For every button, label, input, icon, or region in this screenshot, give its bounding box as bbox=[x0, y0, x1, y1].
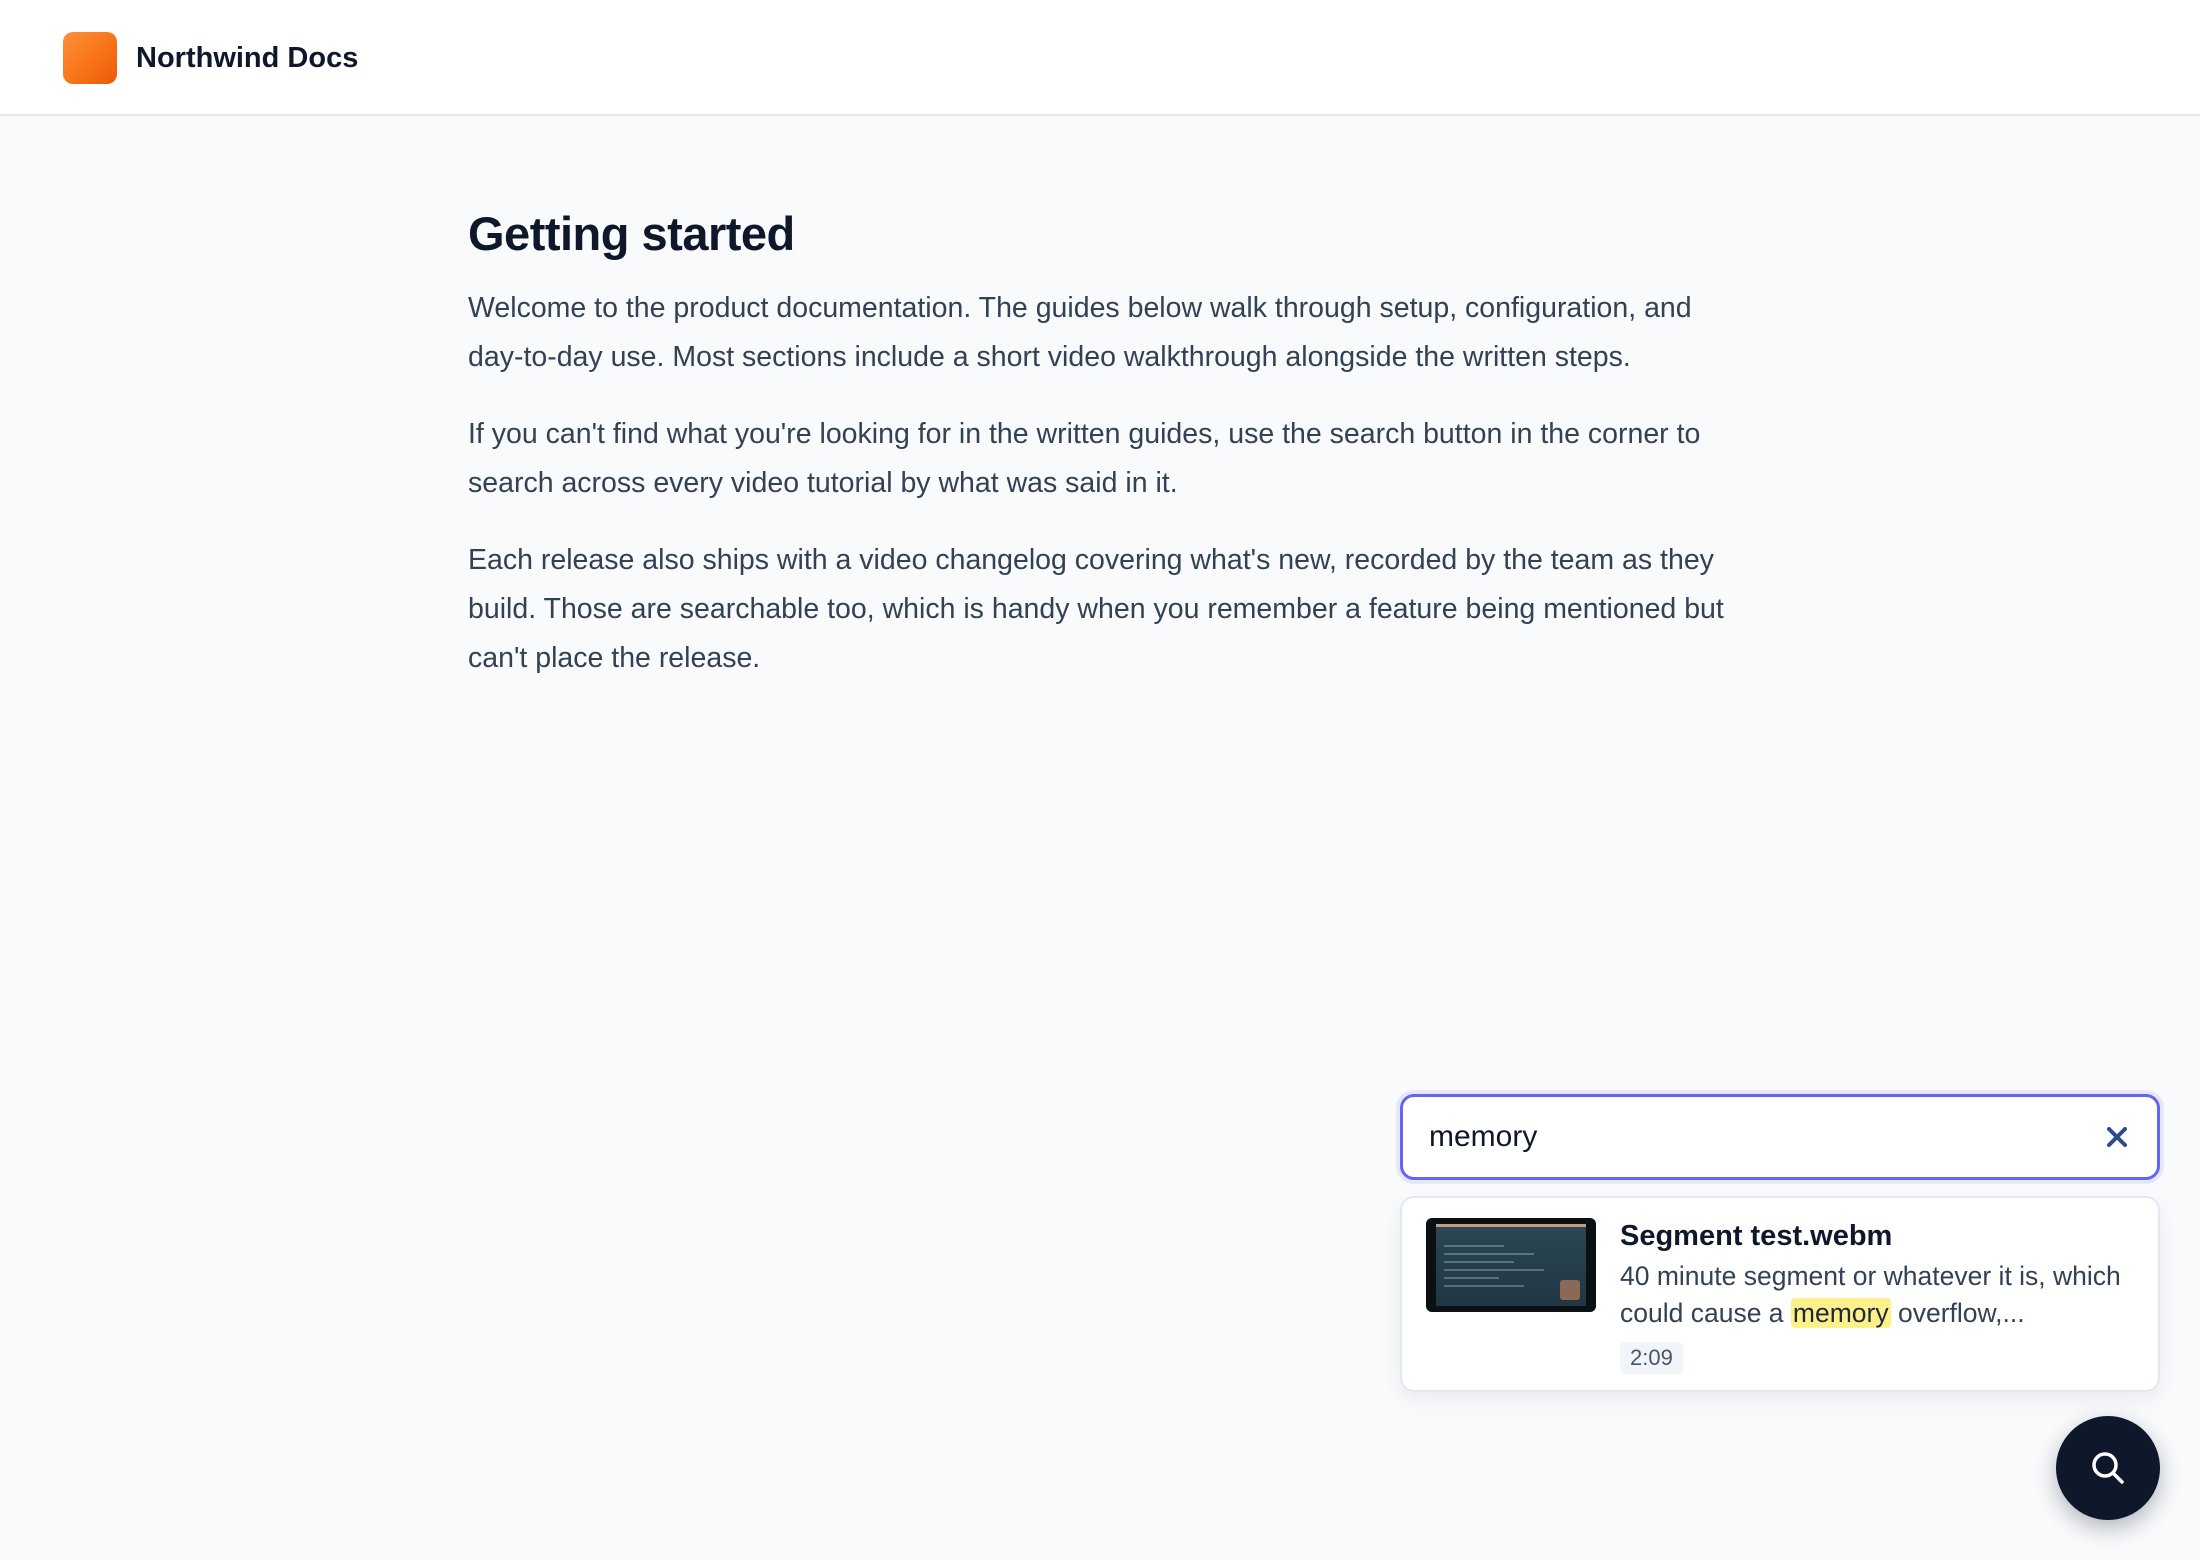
video-search-box bbox=[1400, 1094, 2160, 1180]
intro-paragraph: Welcome to the product documentation. Th… bbox=[468, 292, 1692, 373]
clear-search-button[interactable] bbox=[2099, 1119, 2135, 1155]
logo-icon[interactable] bbox=[63, 32, 117, 84]
search-icon bbox=[2092, 1452, 2124, 1484]
close-icon bbox=[2107, 1127, 2127, 1147]
result-title: Segment test.webm bbox=[1620, 1220, 1893, 1252]
search-fab-button[interactable] bbox=[2056, 1416, 2160, 1520]
search-results-panel: Segment test.webm 40 minute segment or w… bbox=[1400, 1196, 2160, 1392]
search-result-item[interactable]: Segment test.webm 40 minute segment or w… bbox=[1402, 1198, 2158, 1390]
top-bar: Northwind Docs bbox=[0, 0, 2200, 116]
main-content: Getting started Welcome to the product d… bbox=[468, 204, 1728, 711]
search-input[interactable] bbox=[1429, 1115, 2069, 1159]
video-thumbnail bbox=[1426, 1218, 1596, 1312]
snippet-highlight: memory bbox=[1790, 1298, 1891, 1328]
snippet-after: overflow,... bbox=[1890, 1298, 2025, 1328]
search-help-paragraph: If you can't find what you're looking fo… bbox=[468, 418, 1701, 499]
duration-badge: 2:09 bbox=[1620, 1342, 1683, 1374]
brand-name[interactable]: Northwind Docs bbox=[136, 40, 358, 76]
result-snippet: 40 minute segment or whatever it is, whi… bbox=[1620, 1258, 2140, 1332]
page-title: Getting started bbox=[468, 207, 795, 260]
changelog-paragraph: Each release also ships with a video cha… bbox=[468, 544, 1724, 674]
